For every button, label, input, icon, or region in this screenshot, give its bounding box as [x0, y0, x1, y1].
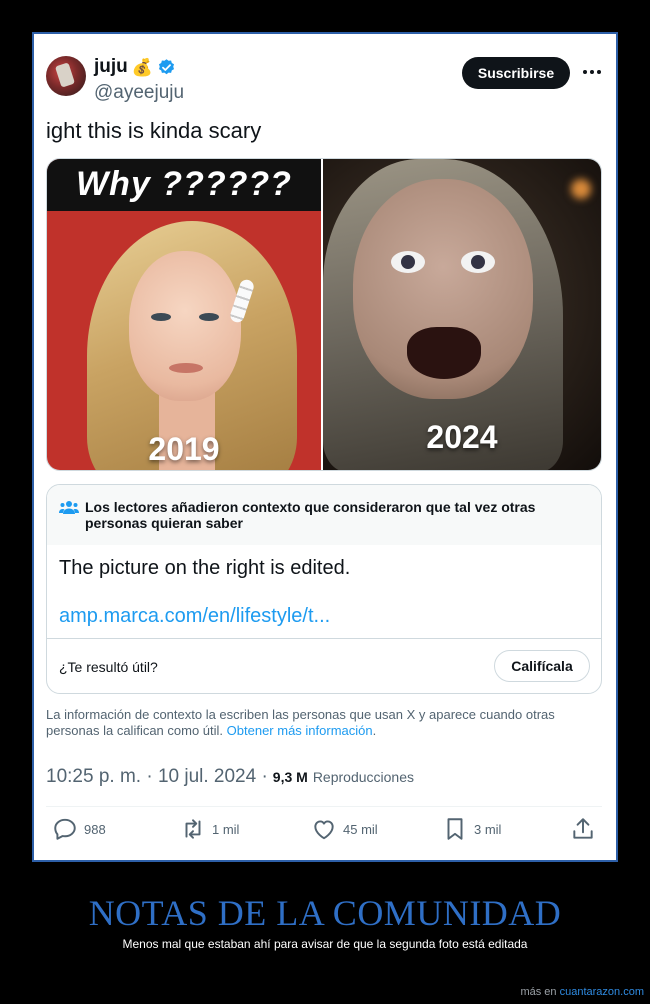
verified-badge-icon [158, 58, 174, 74]
community-note-header-text: Los lectores añadieron contexto que cons… [85, 499, 536, 531]
tweet-card: juju 💰 @ayeejuju Suscribirse ight this i… [34, 34, 616, 860]
views-label: Reproducciones [312, 769, 414, 785]
people-icon [59, 501, 79, 514]
community-note: Los lectores añadieron contexto que cons… [46, 484, 602, 694]
subscribe-button[interactable]: Suscribirse [462, 57, 570, 89]
year-label-left: 2019 [148, 431, 220, 467]
learn-more-link[interactable]: Obtener más información [227, 723, 373, 738]
photo-2019[interactable]: Why ?????? 2019 [47, 159, 322, 470]
retweet-count: 1 mil [212, 821, 240, 837]
caption-subtitle: Menos mal que estaban ahí para avisar de… [122, 937, 528, 951]
tweet-frame: juju 💰 @ayeejuju Suscribirse ight this i… [32, 32, 618, 862]
community-note-disclaimer: La información de contexto la escriben l… [46, 707, 586, 739]
background-light [571, 179, 591, 199]
heart-icon [314, 820, 334, 840]
community-note-link[interactable]: amp.marca.com/en/lifestyle/t... [59, 605, 330, 628]
helpful-question: ¿Te resultó útil? [59, 659, 158, 675]
more-options-icon[interactable] [580, 62, 604, 82]
retweet-icon [185, 819, 201, 839]
bookmark-button[interactable]: 3 mil [442, 816, 501, 842]
footer-prefix: más en [520, 986, 560, 998]
reply-icon [54, 818, 76, 840]
like-button[interactable]: 45 mil [311, 816, 378, 842]
community-note-header: Los lectores añadieron contexto que cons… [47, 485, 601, 545]
tweet-text: ight this is kinda scary [46, 118, 262, 143]
money-bag-icon: 💰 [131, 57, 153, 77]
lips-shape [169, 363, 203, 373]
share-icon [573, 818, 593, 839]
retweet-button[interactable]: 1 mil [180, 816, 239, 842]
caption-title: NOTAS DE LA COMUNIDAD [88, 893, 562, 933]
divider [46, 806, 602, 807]
tweet-media[interactable]: Why ?????? 2019 2024 [46, 158, 602, 471]
bookmark-icon [447, 818, 463, 840]
disclaimer-end: . [372, 723, 377, 738]
footer-site-link[interactable]: cuantarazon.com [560, 986, 644, 998]
author-name-row: juju 💰 [94, 56, 176, 78]
rate-note-button[interactable]: Califícala [494, 650, 590, 682]
avatar[interactable] [46, 56, 86, 96]
photo-2024[interactable]: 2024 [323, 159, 601, 470]
bookmark-count: 3 mil [474, 821, 502, 837]
author-handle[interactable]: @ayeejuju [94, 82, 184, 104]
year-label-right: 2024 [426, 419, 498, 455]
like-count: 45 mil [343, 821, 378, 837]
eye-shape [199, 313, 219, 321]
community-note-body: The picture on the right is edited. [59, 557, 351, 579]
reply-button[interactable]: 988 [52, 816, 106, 842]
share-button[interactable] [570, 816, 596, 842]
eye-shape [151, 313, 171, 321]
eye-shape [461, 251, 496, 273]
meme-caption: Why ?????? [76, 165, 292, 203]
face-shape [129, 251, 241, 401]
eye-shape [391, 251, 426, 273]
views-count: 9,3 M [272, 769, 308, 785]
tweet-meta: 10:25 p. m. · 10 jul. 2024 · 9,3 M Repro… [46, 766, 414, 788]
mouth-shape [407, 327, 482, 379]
site-footer: más en cuantarazon.com [520, 986, 644, 998]
meme-caption-bar: Why ?????? [47, 159, 322, 211]
display-name[interactable]: juju [94, 56, 128, 78]
divider [47, 638, 601, 639]
reply-count: 988 [84, 821, 106, 837]
timestamp[interactable]: 10:25 p. m. · 10 jul. 2024 · [46, 766, 268, 788]
face-shape [353, 179, 534, 399]
